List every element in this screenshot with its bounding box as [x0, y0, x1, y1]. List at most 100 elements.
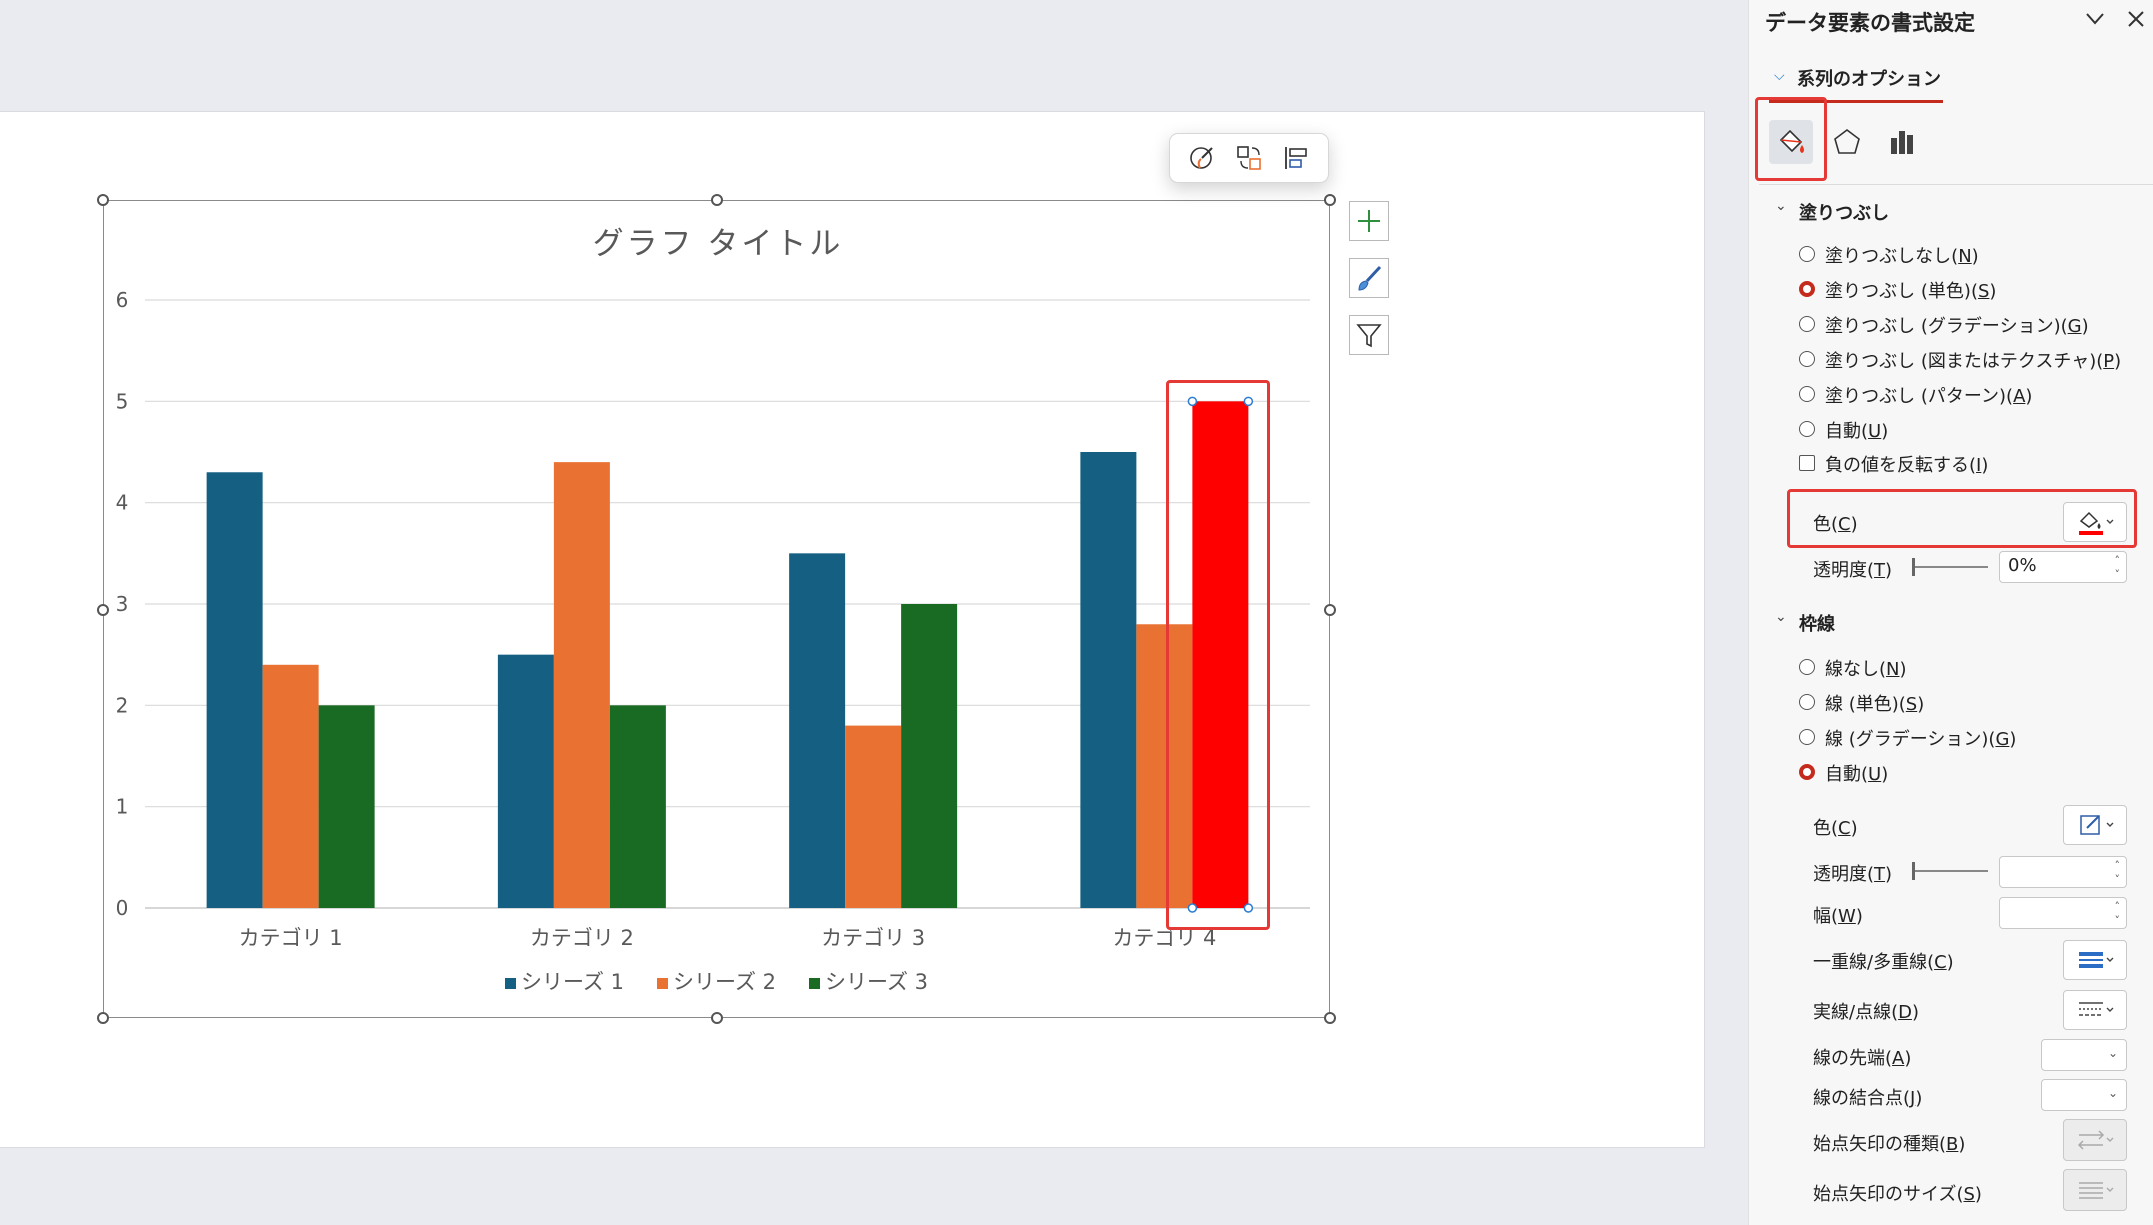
- tab-effects[interactable]: [1825, 120, 1869, 164]
- effects-icon: [1834, 129, 1860, 154]
- radio-border-2[interactable]: [1799, 729, 1815, 745]
- legend-label: シリーズ 1: [521, 970, 624, 994]
- begin-arrow-size-picker[interactable]: [2063, 1169, 2127, 1211]
- radio-label: 線 (単色)(S): [1825, 694, 1925, 715]
- resize-handle-bottom-right[interactable]: [1324, 1012, 1336, 1024]
- radio-fill-0[interactable]: [1799, 246, 1815, 262]
- dash-type-picker[interactable]: [2063, 990, 2127, 1030]
- border-transparency-slider[interactable]: [1912, 862, 1988, 880]
- fill-transparency-spinner[interactable]: 0% ˄ ˅: [1999, 551, 2127, 583]
- chart-elements-button[interactable]: [1349, 201, 1389, 241]
- bar: [497, 654, 554, 908]
- begin-arrow-type-picker[interactable]: [2063, 1119, 2127, 1161]
- cap-type-label: 線の先端(A): [1813, 1048, 1912, 1069]
- fill-section-heading[interactable]: 塗りつぶし: [1799, 199, 1889, 225]
- arrow-type-icon: [2077, 1130, 2114, 1150]
- tab-separator: [1759, 184, 2153, 185]
- join-type-label: 線の結合点(J): [1813, 1088, 1923, 1109]
- invert-if-negative-label: 負の値を反転する(I): [1825, 455, 1989, 476]
- begin-arrow-type-label: 始点矢印の種類(B): [1813, 1134, 1966, 1155]
- plus-icon: [1358, 210, 1380, 232]
- radio-label: 自動(U): [1825, 421, 1889, 442]
- x-category-label: カテゴリ 1: [239, 926, 343, 950]
- style-icon: [1189, 147, 1213, 169]
- radio-label: 塗りつぶしなし(N): [1825, 246, 1979, 267]
- radio-border-0[interactable]: [1799, 659, 1815, 675]
- style-button[interactable]: [1184, 140, 1220, 176]
- chevron-down-icon[interactable]: ⌄: [1775, 609, 1787, 625]
- highlight-selected-data-point: [1166, 380, 1270, 930]
- y-tick-label: 3: [116, 592, 129, 616]
- radio-fill-3[interactable]: [1799, 351, 1815, 367]
- border-width-spinner[interactable]: ˄ ˅: [1999, 897, 2127, 929]
- resize-handle-bottom[interactable]: [711, 1012, 723, 1024]
- chevron-down-icon[interactable]: ⌄: [1775, 198, 1787, 214]
- join-type-dropdown[interactable]: ⌄: [2041, 1079, 2127, 1111]
- change-color-button[interactable]: [1231, 140, 1267, 176]
- radio-border-1[interactable]: [1799, 694, 1815, 710]
- dash-type-label: 実線/点線(D): [1813, 1002, 1919, 1023]
- chart-plot: グラフ タイトル0123456カテゴリ 1 カテゴリ 2 カテゴリ 3 カテゴリ 4シ…: [116, 226, 1310, 994]
- compound-type-picker[interactable]: [2063, 940, 2127, 980]
- bar: [789, 553, 846, 908]
- spinner-arrows-icon[interactable]: ˄ ˅: [2115, 900, 2121, 928]
- legend-swatch: [809, 978, 820, 989]
- resize-handle-top-right[interactable]: [1324, 194, 1336, 206]
- legend-swatch: [657, 978, 668, 989]
- border-color-picker[interactable]: [2063, 805, 2127, 845]
- bar: [206, 472, 263, 908]
- spinner-arrows-icon[interactable]: ˄ ˅: [2115, 859, 2121, 887]
- resize-handle-top-left[interactable]: [97, 194, 109, 206]
- floating-mini-toolbar: [1169, 133, 1329, 183]
- series-options-label: 系列のオプション: [1797, 69, 1941, 90]
- border-transparency-label: 透明度(T): [1813, 864, 1893, 885]
- pen-icon: [2080, 815, 2114, 835]
- brush-icon: [1358, 265, 1382, 291]
- format-data-point-pane: データ要素の書式設定 ⌵ 系列のオプション ⌄ 塗りつぶし 塗りつぶしなし(N)…: [1748, 0, 2153, 1225]
- cap-type-dropdown[interactable]: ⌄: [2041, 1039, 2127, 1071]
- border-section-heading[interactable]: 枠線: [1799, 610, 1835, 636]
- radio-label: 塗りつぶし (単色)(S): [1825, 281, 1997, 302]
- invert-if-negative-checkbox[interactable]: [1799, 455, 1815, 471]
- fill-transparency-label: 透明度(T): [1813, 560, 1893, 581]
- radio-fill-4[interactable]: [1799, 386, 1815, 402]
- close-icon[interactable]: [2127, 10, 2145, 28]
- chevron-down-icon[interactable]: [2085, 12, 2105, 26]
- radio-fill-2[interactable]: [1799, 316, 1815, 332]
- change-color-icon: [1237, 146, 1261, 170]
- chevron-down-icon: ⌄: [2107, 1046, 2118, 1060]
- resize-handle-right[interactable]: [1324, 604, 1336, 616]
- chart-styles-button[interactable]: [1349, 258, 1389, 298]
- bar: [1080, 452, 1137, 908]
- resize-handle-top[interactable]: [711, 194, 723, 206]
- spinner-arrows-icon[interactable]: ˄ ˅: [2115, 554, 2121, 582]
- radio-label: 線 (グラデーション)(G): [1825, 729, 2017, 750]
- border-width-label: 幅(W): [1813, 906, 1863, 927]
- legend-label: シリーズ 3: [825, 970, 928, 994]
- y-tick-label: 6: [116, 288, 129, 312]
- radio-label: 塗りつぶし (グラデーション)(G): [1825, 316, 2089, 337]
- radio-fill-5[interactable]: [1799, 421, 1815, 437]
- radio-label: 線なし(N): [1825, 659, 1907, 680]
- compound-lines-icon: [2079, 952, 2114, 968]
- resize-handle-bottom-left[interactable]: [97, 1012, 109, 1024]
- radio-fill-1[interactable]: [1799, 281, 1815, 297]
- pane-title: データ要素の書式設定: [1765, 11, 1975, 35]
- resize-handle-left[interactable]: [97, 604, 109, 616]
- tab-series-options[interactable]: [1881, 120, 1925, 164]
- border-transparency-spinner[interactable]: ˄ ˅: [1999, 856, 2127, 888]
- bar: [318, 705, 375, 908]
- chart-filters-button[interactable]: [1349, 315, 1389, 355]
- y-tick-label: 1: [116, 795, 129, 819]
- highlight-fill-color: [1787, 489, 2137, 548]
- chevron-down-icon: ⌄: [2107, 1086, 2118, 1100]
- radio-border-3[interactable]: [1799, 764, 1815, 780]
- begin-arrow-size-label: 始点矢印のサイズ(S): [1813, 1184, 1982, 1205]
- fill-transparency-slider[interactable]: [1912, 558, 1988, 576]
- funnel-icon: [1356, 324, 1382, 348]
- bar: [609, 705, 666, 908]
- border-color-label: 色(C): [1813, 818, 1858, 839]
- layout-icon: [1285, 147, 1308, 169]
- fill-transparency-value: 0%: [2008, 555, 2037, 576]
- layout-button[interactable]: [1278, 140, 1314, 176]
